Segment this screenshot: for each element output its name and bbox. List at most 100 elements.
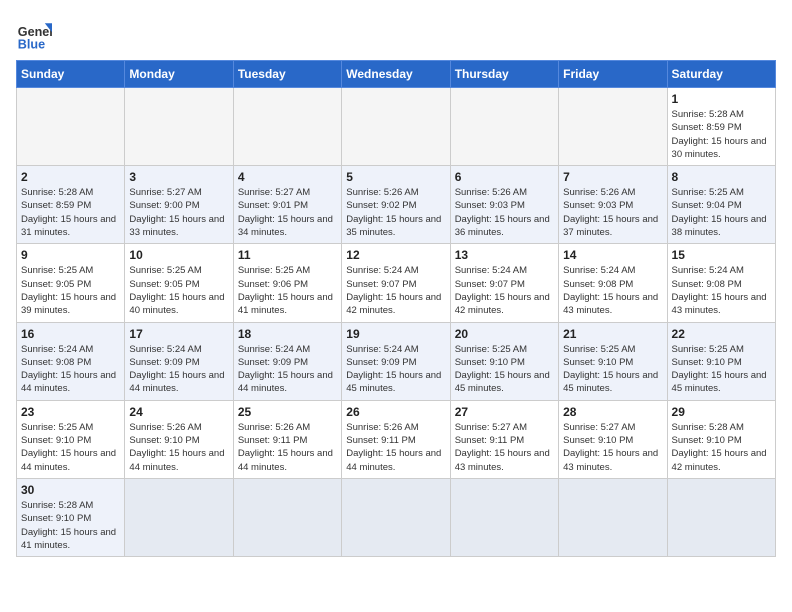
day-number: 25 xyxy=(238,405,337,419)
calendar-cell: 16 Sunrise: 5:24 AM Sunset: 9:08 PM Dayli… xyxy=(17,322,125,400)
calendar-cell: 1 Sunrise: 5:28 AM Sunset: 8:59 PM Daylig… xyxy=(667,88,775,166)
day-info: Sunrise: 5:28 AM Sunset: 9:10 PM Dayligh… xyxy=(21,499,120,552)
calendar-cell: 15Sunrise: 5:24 AM Sunset: 9:08 PM Dayli… xyxy=(667,244,775,322)
day-number: 21 xyxy=(563,327,662,341)
day-number: 17 xyxy=(129,327,228,341)
calendar-cell: 10 Sunrise: 5:25 AM Sunset: 9:05 PM Dayli… xyxy=(125,244,233,322)
calendar-cell: 22Sunrise: 5:25 AM Sunset: 9:10 PM Dayli… xyxy=(667,322,775,400)
day-info: Sunrise: 5:24 AM Sunset: 9:07 PM Dayligh… xyxy=(455,264,554,317)
calendar-cell: 20Sunrise: 5:25 AM Sunset: 9:10 PM Dayli… xyxy=(450,322,558,400)
day-number: 19 xyxy=(346,327,445,341)
calendar-cell xyxy=(17,88,125,166)
logo: General Blue xyxy=(16,16,52,52)
weekday-header-thursday: Thursday xyxy=(450,61,558,88)
day-number: 30 xyxy=(21,483,120,497)
calendar-week-3: 9Sunrise: 5:25 AM Sunset: 9:05 PM Daylig… xyxy=(17,244,776,322)
day-number: 2 xyxy=(21,170,120,184)
calendar-cell xyxy=(667,478,775,556)
day-info: Sunrise: 5:28 AM Sunset: 8:59 PM Dayligh… xyxy=(21,186,120,239)
calendar-cell xyxy=(125,88,233,166)
calendar-cell: 28Sunrise: 5:27 AM Sunset: 9:10 PM Dayli… xyxy=(559,400,667,478)
day-number: 11 xyxy=(238,248,337,262)
day-number: 8 xyxy=(672,170,771,184)
calendar-cell xyxy=(450,478,558,556)
calendar-cell: 4 Sunrise: 5:27 AM Sunset: 9:01 PM Daylig… xyxy=(233,166,341,244)
day-info: Sunrise: 5:25 AM Sunset: 9:05 PM Dayligh… xyxy=(21,264,120,317)
calendar-cell: 29 Sunrise: 5:28 AM Sunset: 9:10 PM Dayli… xyxy=(667,400,775,478)
day-info: Sunrise: 5:25 AM Sunset: 9:10 PM Dayligh… xyxy=(563,343,662,396)
calendar-table: SundayMondayTuesdayWednesdayThursdayFrid… xyxy=(16,60,776,557)
day-info: Sunrise: 5:24 AM Sunset: 9:09 PM Dayligh… xyxy=(129,343,228,396)
day-info: Sunrise: 5:26 AM Sunset: 9:03 PM Dayligh… xyxy=(563,186,662,239)
day-info: Sunrise: 5:27 AM Sunset: 9:01 PM Dayligh… xyxy=(238,186,337,239)
day-info: Sunrise: 5:25 AM Sunset: 9:05 PM Dayligh… xyxy=(129,264,228,317)
calendar-cell: 23Sunrise: 5:25 AM Sunset: 9:10 PM Dayli… xyxy=(17,400,125,478)
day-number: 27 xyxy=(455,405,554,419)
calendar-cell xyxy=(559,88,667,166)
weekday-header-sunday: Sunday xyxy=(17,61,125,88)
day-info: Sunrise: 5:25 AM Sunset: 9:06 PM Dayligh… xyxy=(238,264,337,317)
calendar-cell xyxy=(559,478,667,556)
calendar-cell: 8 Sunrise: 5:25 AM Sunset: 9:04 PM Daylig… xyxy=(667,166,775,244)
day-info: Sunrise: 5:24 AM Sunset: 9:09 PM Dayligh… xyxy=(346,343,445,396)
weekday-header-friday: Friday xyxy=(559,61,667,88)
calendar-cell: 17 Sunrise: 5:24 AM Sunset: 9:09 PM Dayli… xyxy=(125,322,233,400)
weekday-header-row: SundayMondayTuesdayWednesdayThursdayFrid… xyxy=(17,61,776,88)
calendar-cell: 13 Sunrise: 5:24 AM Sunset: 9:07 PM Dayli… xyxy=(450,244,558,322)
day-number: 22 xyxy=(672,327,771,341)
day-info: Sunrise: 5:26 AM Sunset: 9:10 PM Dayligh… xyxy=(129,421,228,474)
calendar-cell: 14Sunrise: 5:24 AM Sunset: 9:08 PM Dayli… xyxy=(559,244,667,322)
calendar-cell: 7Sunrise: 5:26 AM Sunset: 9:03 PM Daylig… xyxy=(559,166,667,244)
weekday-header-wednesday: Wednesday xyxy=(342,61,450,88)
day-number: 16 xyxy=(21,327,120,341)
day-number: 14 xyxy=(563,248,662,262)
calendar-cell: 18 Sunrise: 5:24 AM Sunset: 9:09 PM Dayli… xyxy=(233,322,341,400)
day-number: 4 xyxy=(238,170,337,184)
calendar-cell: 3Sunrise: 5:27 AM Sunset: 9:00 PM Daylig… xyxy=(125,166,233,244)
calendar-cell: 9Sunrise: 5:25 AM Sunset: 9:05 PM Daylig… xyxy=(17,244,125,322)
calendar-week-4: 16 Sunrise: 5:24 AM Sunset: 9:08 PM Dayli… xyxy=(17,322,776,400)
day-number: 20 xyxy=(455,327,554,341)
calendar-cell: 6 Sunrise: 5:26 AM Sunset: 9:03 PM Daylig… xyxy=(450,166,558,244)
day-info: Sunrise: 5:24 AM Sunset: 9:07 PM Dayligh… xyxy=(346,264,445,317)
day-number: 18 xyxy=(238,327,337,341)
weekday-header-monday: Monday xyxy=(125,61,233,88)
day-info: Sunrise: 5:27 AM Sunset: 9:11 PM Dayligh… xyxy=(455,421,554,474)
day-info: Sunrise: 5:24 AM Sunset: 9:08 PM Dayligh… xyxy=(21,343,120,396)
calendar-cell xyxy=(233,88,341,166)
day-number: 13 xyxy=(455,248,554,262)
calendar-cell: 30 Sunrise: 5:28 AM Sunset: 9:10 PM Dayli… xyxy=(17,478,125,556)
day-number: 6 xyxy=(455,170,554,184)
calendar-cell: 19 Sunrise: 5:24 AM Sunset: 9:09 PM Dayli… xyxy=(342,322,450,400)
day-info: Sunrise: 5:26 AM Sunset: 9:03 PM Dayligh… xyxy=(455,186,554,239)
day-number: 29 xyxy=(672,405,771,419)
day-number: 12 xyxy=(346,248,445,262)
day-info: Sunrise: 5:28 AM Sunset: 9:10 PM Dayligh… xyxy=(672,421,771,474)
logo-icon: General Blue xyxy=(16,16,52,52)
calendar-cell xyxy=(450,88,558,166)
calendar-cell xyxy=(342,478,450,556)
calendar-cell: 11 Sunrise: 5:25 AM Sunset: 9:06 PM Dayli… xyxy=(233,244,341,322)
calendar-cell: 12 Sunrise: 5:24 AM Sunset: 9:07 PM Dayli… xyxy=(342,244,450,322)
day-info: Sunrise: 5:24 AM Sunset: 9:09 PM Dayligh… xyxy=(238,343,337,396)
calendar-cell: 21 Sunrise: 5:25 AM Sunset: 9:10 PM Dayli… xyxy=(559,322,667,400)
day-number: 1 xyxy=(672,92,771,106)
svg-text:Blue: Blue xyxy=(18,37,45,51)
day-number: 23 xyxy=(21,405,120,419)
weekday-header-saturday: Saturday xyxy=(667,61,775,88)
day-info: Sunrise: 5:25 AM Sunset: 9:04 PM Dayligh… xyxy=(672,186,771,239)
calendar-cell: 24 Sunrise: 5:26 AM Sunset: 9:10 PM Dayli… xyxy=(125,400,233,478)
calendar-cell xyxy=(125,478,233,556)
day-number: 3 xyxy=(129,170,228,184)
calendar-cell: 25Sunrise: 5:26 AM Sunset: 9:11 PM Dayli… xyxy=(233,400,341,478)
calendar-week-6: 30 Sunrise: 5:28 AM Sunset: 9:10 PM Dayli… xyxy=(17,478,776,556)
day-number: 26 xyxy=(346,405,445,419)
day-number: 28 xyxy=(563,405,662,419)
day-info: Sunrise: 5:28 AM Sunset: 8:59 PM Dayligh… xyxy=(672,108,771,161)
day-number: 24 xyxy=(129,405,228,419)
day-number: 10 xyxy=(129,248,228,262)
calendar-cell xyxy=(342,88,450,166)
calendar-week-2: 2 Sunrise: 5:28 AM Sunset: 8:59 PM Daylig… xyxy=(17,166,776,244)
day-number: 15 xyxy=(672,248,771,262)
page-header: General Blue xyxy=(16,16,776,52)
